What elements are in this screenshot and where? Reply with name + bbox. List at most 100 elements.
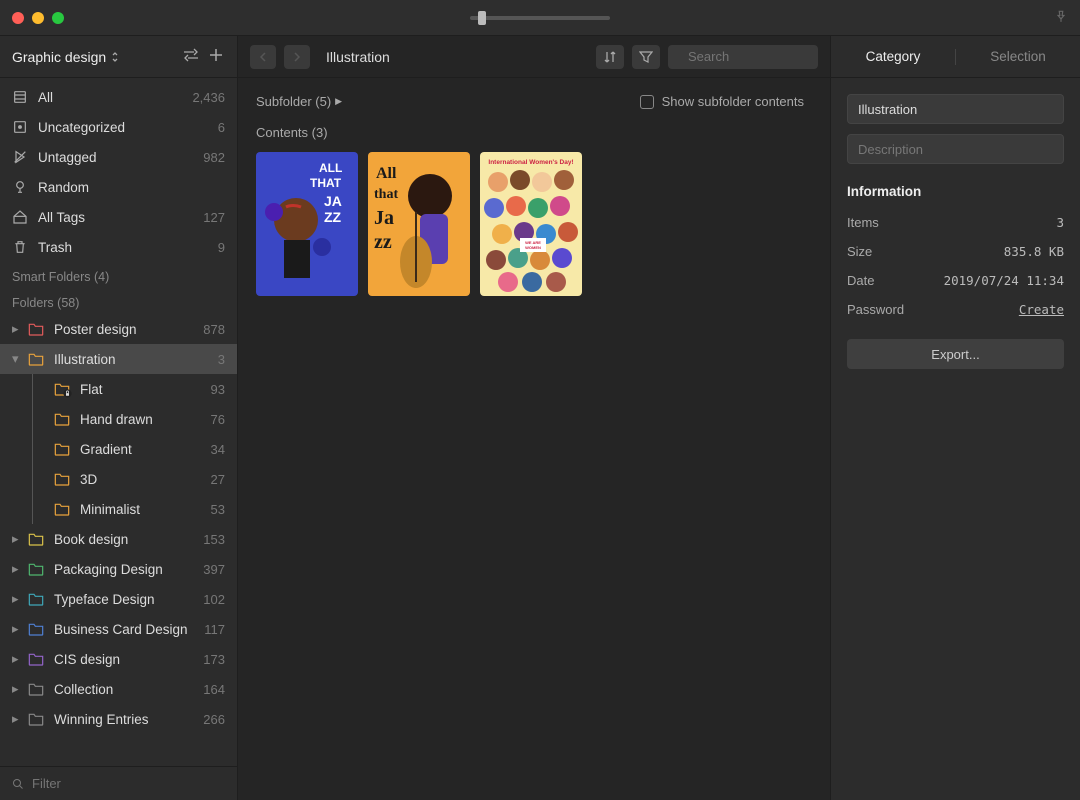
folder-label: Business Card Design bbox=[54, 622, 194, 637]
thumbnail-item[interactable]: All that Ja zz bbox=[368, 152, 470, 296]
subfolder-item[interactable]: Flat 93 bbox=[0, 374, 237, 404]
folder-icon bbox=[28, 591, 44, 607]
smart-folders-section[interactable]: Smart Folders (4) bbox=[0, 262, 237, 288]
sidebar-item-trash[interactable]: Trash9 bbox=[0, 232, 237, 262]
fullscreen-window-button[interactable] bbox=[52, 12, 64, 24]
folder-item[interactable]: ▸CIS design173 bbox=[0, 644, 237, 674]
folder-item[interactable]: ▸Poster design878 bbox=[0, 314, 237, 344]
filter-button[interactable] bbox=[632, 45, 660, 69]
thumbnail-zoom-slider[interactable] bbox=[470, 16, 610, 20]
disclosure-triangle-icon[interactable]: ▸ bbox=[12, 711, 22, 727]
all-icon bbox=[12, 89, 28, 105]
sidebar-item-untagged[interactable]: Untagged982 bbox=[0, 142, 237, 172]
folder-label: 3D bbox=[80, 472, 201, 487]
svg-text:that: that bbox=[374, 187, 398, 202]
tree-line bbox=[32, 404, 46, 434]
folder-item[interactable]: ▸Book design153 bbox=[0, 524, 237, 554]
disclosure-triangle-icon[interactable]: ▾ bbox=[12, 351, 22, 367]
sidebar-item-random[interactable]: Random bbox=[0, 172, 237, 202]
zoom-slider-thumb[interactable] bbox=[478, 11, 486, 25]
titlebar bbox=[0, 0, 1080, 36]
folder-item[interactable]: ▸Business Card Design117 bbox=[0, 614, 237, 644]
subfolder-item[interactable]: Gradient34 bbox=[0, 434, 237, 464]
sidebar-header: Graphic design bbox=[0, 36, 237, 78]
sidebar-item-count: 9 bbox=[218, 240, 225, 255]
disclosure-triangle-icon[interactable]: ▸ bbox=[12, 651, 22, 667]
chevron-right-icon bbox=[293, 52, 301, 62]
info-label: Password bbox=[847, 302, 904, 317]
export-button[interactable]: Export... bbox=[847, 339, 1064, 369]
minimize-window-button[interactable] bbox=[32, 12, 44, 24]
folder-label: Flat bbox=[80, 382, 201, 397]
subfolder-item[interactable]: Minimalist53 bbox=[0, 494, 237, 524]
info-label: Size bbox=[847, 244, 872, 259]
folders-section[interactable]: Folders (58) bbox=[0, 288, 237, 314]
sidebar-item-uncategorized[interactable]: Uncategorized6 bbox=[0, 112, 237, 142]
subfolder-label[interactable]: Subfolder (5) bbox=[256, 94, 331, 109]
info-row-size: Size 835.8 KB bbox=[847, 242, 1064, 261]
subfolder-item[interactable]: Hand drawn76 bbox=[0, 404, 237, 434]
folder-label: Collection bbox=[54, 682, 193, 697]
sidebar-item-all[interactable]: All2,436 bbox=[0, 82, 237, 112]
lock-icon bbox=[63, 389, 72, 398]
folder-name-input[interactable]: Illustration bbox=[847, 94, 1064, 124]
folder-item[interactable]: ▾ Illustration 3 bbox=[0, 344, 237, 374]
inspector-tabs: Category Selection bbox=[831, 36, 1080, 78]
disclosure-triangle-icon[interactable]: ▸ bbox=[12, 621, 22, 637]
folder-count: 53 bbox=[211, 502, 225, 517]
folder-count: 93 bbox=[211, 382, 225, 397]
nav-forward-button[interactable] bbox=[284, 45, 310, 69]
sort-button[interactable] bbox=[596, 45, 624, 69]
folder-item[interactable]: ▸Typeface Design102 bbox=[0, 584, 237, 614]
folder-count: 27 bbox=[211, 472, 225, 487]
svg-text:Ja: Ja bbox=[374, 207, 394, 229]
disclosure-triangle-icon[interactable]: ▸ bbox=[12, 321, 22, 337]
folder-item[interactable]: ▸Collection164 bbox=[0, 674, 237, 704]
info-value: 3 bbox=[1056, 215, 1064, 230]
sidebar-filter-input[interactable] bbox=[32, 776, 225, 791]
close-window-button[interactable] bbox=[12, 12, 24, 24]
trash-icon bbox=[12, 239, 28, 255]
svg-text:ALL: ALL bbox=[319, 161, 342, 175]
sidebar: Graphic design All2,436Uncategorized6Unt… bbox=[0, 36, 238, 800]
folder-count: 3 bbox=[218, 352, 225, 367]
folder-item[interactable]: ▸Packaging Design397 bbox=[0, 554, 237, 584]
chevron-left-icon bbox=[259, 52, 267, 62]
folder-item[interactable]: ▸Winning Entries266 bbox=[0, 704, 237, 734]
window-controls bbox=[12, 12, 64, 24]
sidebar-item-alltags[interactable]: All Tags127 bbox=[0, 202, 237, 232]
nav-back-button[interactable] bbox=[250, 45, 276, 69]
info-row-items: Items 3 bbox=[847, 213, 1064, 232]
folder-label: Winning Entries bbox=[54, 712, 193, 727]
create-password-link[interactable]: Create bbox=[1019, 302, 1064, 317]
search-box[interactable] bbox=[668, 45, 818, 69]
disclosure-triangle-icon[interactable]: ▸ bbox=[12, 531, 22, 547]
tab-category[interactable]: Category bbox=[831, 36, 955, 77]
disclosure-triangle-icon[interactable]: ▸ bbox=[12, 561, 22, 577]
tab-selection[interactable]: Selection bbox=[956, 36, 1080, 77]
toggle-sidebar-icon[interactable] bbox=[181, 46, 201, 67]
thumbnail-item[interactable]: ALL THAT JA ZZ bbox=[256, 152, 358, 296]
folder-label: Poster design bbox=[54, 322, 193, 337]
show-subfolder-toggle[interactable]: Show subfolder contents bbox=[640, 94, 804, 109]
content-pane: Illustration Subfolder (5) ▶ Show subfol bbox=[238, 36, 830, 800]
library-switcher[interactable]: Graphic design bbox=[12, 49, 175, 65]
folder-label: Gradient bbox=[80, 442, 201, 457]
info-label: Date bbox=[847, 273, 874, 288]
folder-icon bbox=[54, 501, 70, 517]
disclosure-triangle-icon[interactable]: ▸ bbox=[12, 681, 22, 697]
svg-text:ZZ: ZZ bbox=[324, 209, 342, 225]
sidebar-filter[interactable] bbox=[0, 766, 237, 800]
folder-icon bbox=[28, 651, 44, 667]
disclosure-triangle-icon[interactable]: ▸ bbox=[12, 591, 22, 607]
folder-label: Illustration bbox=[54, 352, 208, 367]
subfolder-item[interactable]: 3D 27 bbox=[0, 464, 237, 494]
add-button[interactable] bbox=[207, 46, 225, 67]
folder-name-value: Illustration bbox=[858, 102, 917, 117]
chevron-right-icon: ▶ bbox=[335, 96, 342, 107]
folder-count: 173 bbox=[203, 652, 225, 667]
folder-description-input[interactable]: Description bbox=[847, 134, 1064, 164]
thumbnail-item[interactable]: International Women's Day! WE ARE WOMEN bbox=[480, 152, 582, 296]
sidebar-item-label: Random bbox=[38, 180, 215, 195]
pin-window-icon[interactable] bbox=[1054, 9, 1068, 26]
